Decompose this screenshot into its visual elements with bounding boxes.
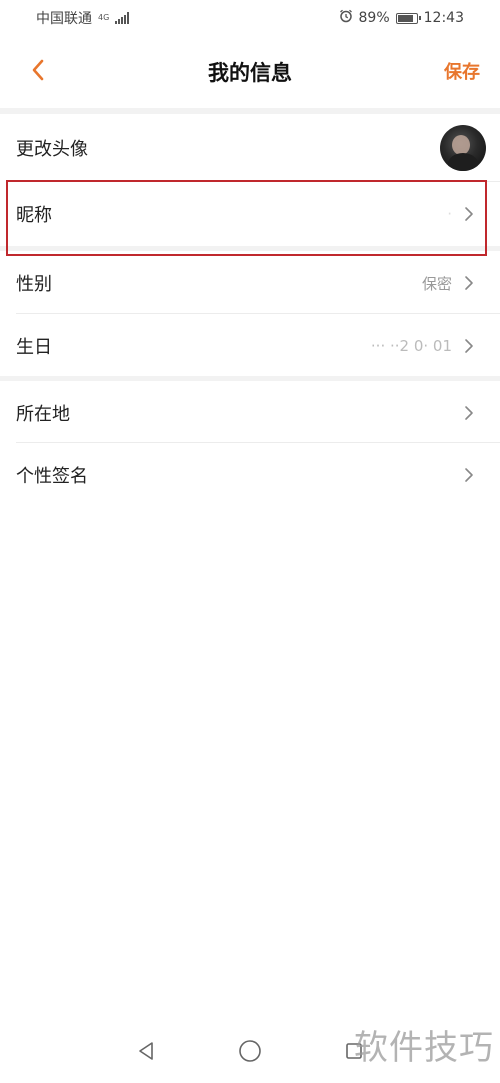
status-left: 中国联通 4G	[36, 8, 130, 28]
nav-back-button[interactable]	[134, 1041, 158, 1065]
chevron-right-icon	[464, 405, 474, 421]
clock-time: 12:43	[423, 10, 464, 26]
row-label-birthday: 生日	[16, 337, 52, 358]
nav-home-button[interactable]	[238, 1039, 262, 1067]
avatar[interactable]	[440, 125, 486, 171]
row-label-nickname: 昵称	[16, 205, 52, 226]
circle-home-icon	[238, 1039, 262, 1067]
row-label-signature: 个性签名	[16, 466, 88, 487]
carrier-name: 中国联通	[36, 11, 92, 27]
row-value-gender: 保密	[421, 274, 452, 293]
save-button[interactable]: 保存	[444, 58, 480, 84]
battery-icon	[395, 12, 421, 24]
chevron-right-icon	[464, 467, 474, 483]
row-label-gender: 性别	[16, 274, 52, 295]
header: 我的信息 保存	[0, 36, 500, 108]
row-gender[interactable]: 性别 保密	[0, 251, 500, 315]
back-button[interactable]	[22, 56, 54, 88]
section-divider	[0, 108, 500, 114]
row-birthday[interactable]: 生日 ··· ··2 0· 01	[0, 314, 500, 378]
network-type: 4G	[98, 14, 109, 22]
row-change-avatar[interactable]: 更改头像	[0, 116, 500, 180]
row-nickname[interactable]: 昵称 ·	[0, 182, 500, 246]
battery-fill	[397, 14, 413, 22]
watermark: 软件技巧	[354, 1028, 494, 1068]
status-bar: 中国联通 4G 89% 12:43	[0, 0, 500, 36]
chevron-right-icon	[464, 206, 474, 222]
row-signature[interactable]: 个性签名	[0, 443, 500, 507]
status-right: 89% 12:43	[339, 9, 464, 27]
page-title: 我的信息	[208, 61, 292, 85]
chevron-left-icon	[30, 59, 46, 85]
chevron-right-icon	[464, 338, 474, 354]
row-label-change-avatar: 更改头像	[16, 139, 88, 160]
signal-icon	[115, 12, 130, 24]
row-location[interactable]: 所在地	[0, 381, 500, 445]
alarm-clock-icon	[339, 9, 353, 27]
triangle-back-icon	[135, 1040, 157, 1066]
chevron-right-icon	[464, 275, 474, 291]
row-label-location: 所在地	[16, 404, 70, 425]
battery-percent: 89%	[358, 10, 390, 26]
network-type-top: 4G	[98, 13, 110, 22]
row-value-birthday: ··· ··2 0· 01	[370, 337, 452, 355]
row-value-nickname: ·	[447, 205, 452, 223]
